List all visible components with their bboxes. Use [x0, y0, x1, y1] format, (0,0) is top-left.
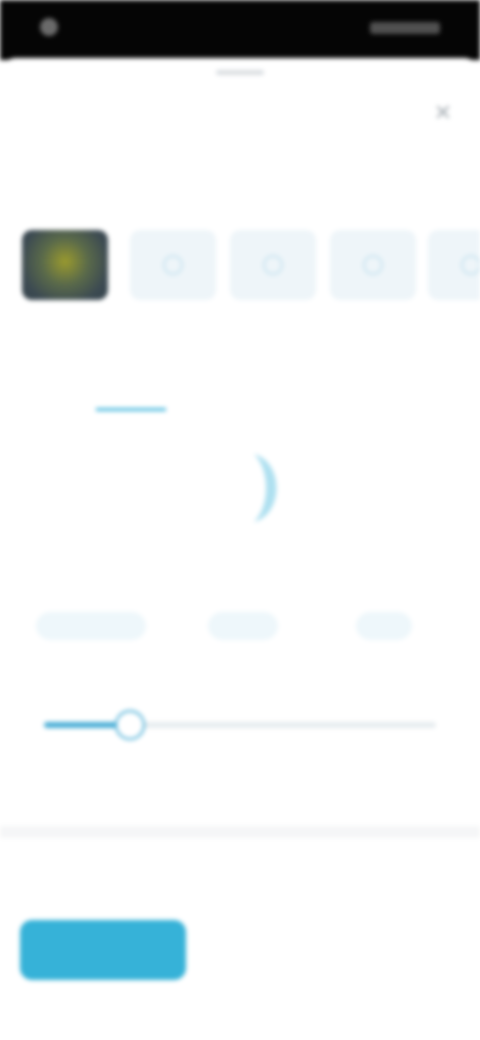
thumbnail-row [18, 230, 480, 304]
sub-text [24, 402, 254, 418]
section-divider [0, 826, 480, 838]
placeholder-icon [461, 255, 480, 275]
thumbnail-selected[interactable] [22, 230, 108, 300]
slider-thumb[interactable] [115, 710, 146, 740]
status-icons [370, 22, 440, 34]
option-chips [0, 598, 480, 668]
thumbnail-slot[interactable] [130, 230, 216, 300]
option-chip[interactable] [356, 612, 412, 640]
thumbnail-slot[interactable] [330, 230, 416, 300]
placeholder-icon [263, 255, 283, 275]
status-bar [0, 0, 480, 60]
bottom-sheet: ✕ [0, 58, 480, 1040]
thumbnail-slot[interactable] [230, 230, 316, 300]
option-chip[interactable] [36, 612, 146, 640]
app-frame: ✕ [0, 0, 480, 1040]
camera-notch [40, 18, 58, 36]
tab-first[interactable] [96, 384, 166, 404]
placeholder-icon [163, 255, 183, 275]
close-icon[interactable]: ✕ [430, 100, 456, 126]
sheet-grabber[interactable] [216, 70, 264, 75]
thumbnail-slot[interactable] [428, 230, 480, 300]
half-moon-icon [254, 454, 277, 522]
tab-second[interactable] [320, 384, 380, 404]
intensity-slider[interactable] [44, 710, 436, 782]
moon-shape [254, 454, 277, 522]
option-chip[interactable] [208, 612, 278, 640]
placeholder-icon [363, 255, 383, 275]
primary-button[interactable] [20, 920, 186, 980]
